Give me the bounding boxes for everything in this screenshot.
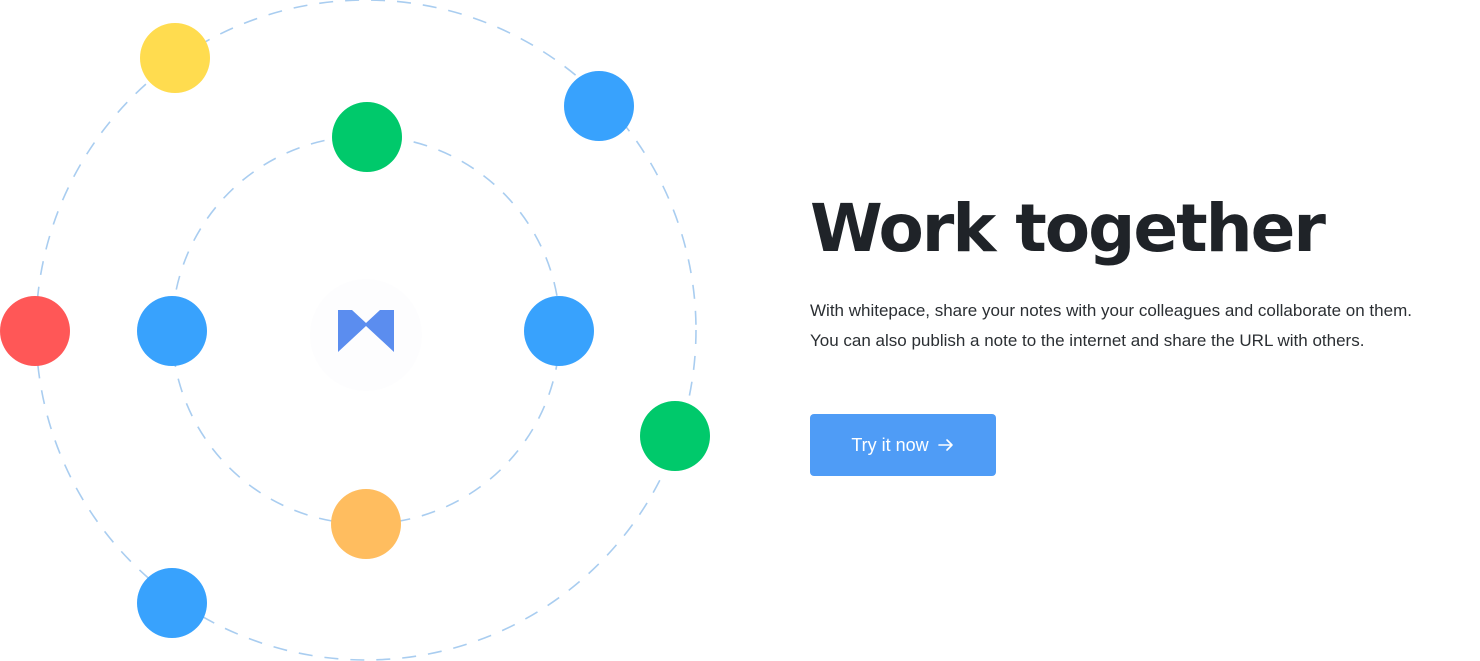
blue-dot-inner-left	[137, 296, 207, 366]
work-together-section: Work together With whitepace, share your…	[0, 0, 1480, 661]
green-dot-right	[640, 401, 710, 471]
whitepace-logo-icon	[310, 279, 422, 391]
hero-content: Work together With whitepace, share your…	[810, 190, 1470, 476]
yellow-dot	[140, 23, 210, 93]
try-it-now-button[interactable]: Try it now	[810, 414, 996, 476]
arrow-right-icon	[937, 439, 953, 451]
description-line-1: With whitepace, share your notes with yo…	[810, 301, 1412, 320]
blue-dot-top-right	[564, 71, 634, 141]
logo-backdrop	[310, 279, 422, 391]
page-title: Work together	[810, 190, 1326, 267]
red-dot	[0, 296, 70, 366]
description-line-2: You can also publish a note to the inter…	[810, 331, 1365, 350]
green-dot-top	[332, 102, 402, 172]
orange-dot	[331, 489, 401, 559]
blue-dot-inner-right	[524, 296, 594, 366]
blue-dot-bottom-left	[137, 568, 207, 638]
hero-description: With whitepace, share your notes with yo…	[810, 296, 1470, 356]
try-it-now-label: Try it now	[851, 434, 929, 455]
collaboration-illustration	[0, 0, 710, 661]
